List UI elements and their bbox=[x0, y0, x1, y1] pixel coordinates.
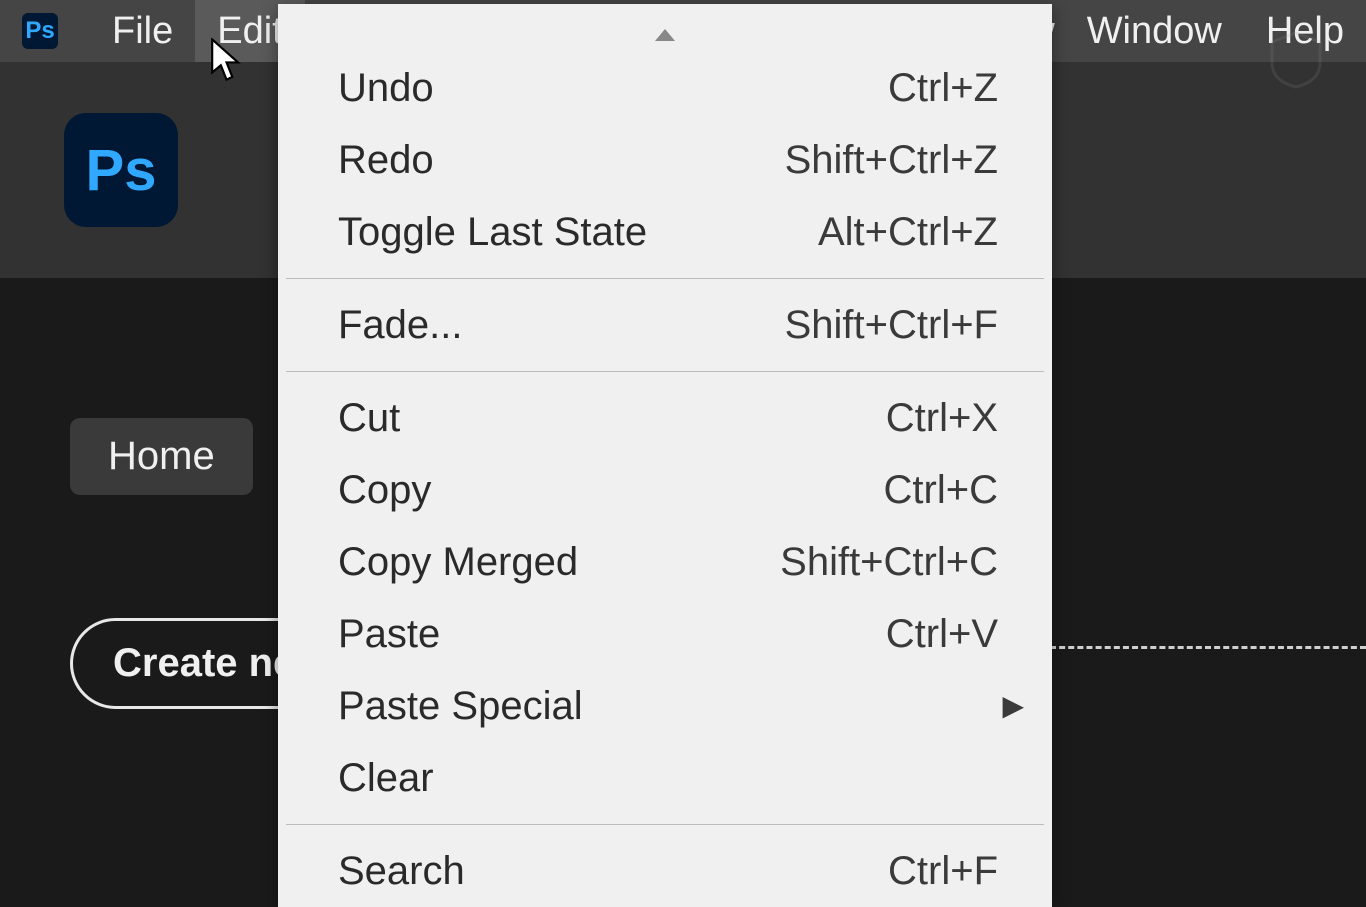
app-logo-large: Ps bbox=[64, 113, 178, 227]
menu-shortcut: Shift+Ctrl+C bbox=[780, 534, 998, 590]
menu-label: Undo bbox=[338, 60, 434, 116]
menu-item-clear[interactable]: Clear bbox=[278, 742, 1052, 814]
menu-separator bbox=[286, 371, 1044, 372]
menu-item-redo[interactable]: Redo Shift+Ctrl+Z bbox=[278, 124, 1052, 196]
menu-item-fade[interactable]: Fade... Shift+Ctrl+F bbox=[278, 289, 1052, 361]
menu-file[interactable]: File bbox=[90, 0, 195, 62]
menu-separator bbox=[286, 824, 1044, 825]
app-logo-small: Ps bbox=[22, 13, 58, 49]
menu-shortcut: Shift+Ctrl+F bbox=[785, 297, 998, 353]
menu-label: Search bbox=[338, 843, 465, 899]
menu-item-cut[interactable]: Cut Ctrl+X bbox=[278, 382, 1052, 454]
menu-item-paste[interactable]: Paste Ctrl+V bbox=[278, 598, 1052, 670]
menu-label: Copy bbox=[338, 462, 431, 518]
menu-shortcut: Alt+Ctrl+Z bbox=[818, 204, 998, 260]
edit-dropdown: Undo Ctrl+Z Redo Shift+Ctrl+Z Toggle Las… bbox=[278, 4, 1052, 907]
menu-label: Toggle Last State bbox=[338, 204, 647, 260]
submenu-arrow-icon: ▶ bbox=[1002, 686, 1024, 725]
menu-window[interactable]: Window bbox=[1065, 0, 1244, 62]
menu-shortcut: Ctrl+F bbox=[888, 843, 998, 899]
menu-label: Paste bbox=[338, 606, 440, 662]
dropdown-scroll-up-icon[interactable] bbox=[278, 18, 1052, 52]
menu-label: Cut bbox=[338, 390, 400, 446]
watermark-icon bbox=[1266, 30, 1326, 90]
menu-shortcut: Ctrl+X bbox=[886, 390, 998, 446]
menu-shortcut: Shift+Ctrl+Z bbox=[785, 132, 998, 188]
sidebar-item-home[interactable]: Home bbox=[70, 418, 253, 495]
menu-item-undo[interactable]: Undo Ctrl+Z bbox=[278, 52, 1052, 124]
menu-label: Clear bbox=[338, 750, 434, 806]
menu-separator bbox=[286, 278, 1044, 279]
menu-item-search[interactable]: Search Ctrl+F bbox=[278, 835, 1052, 907]
menu-shortcut: Ctrl+C bbox=[884, 462, 998, 518]
menu-item-copy-merged[interactable]: Copy Merged Shift+Ctrl+C bbox=[278, 526, 1052, 598]
recent-divider bbox=[1050, 646, 1366, 649]
menu-label: Fade... bbox=[338, 297, 463, 353]
menu-item-toggle-last-state[interactable]: Toggle Last State Alt+Ctrl+Z bbox=[278, 196, 1052, 268]
menu-item-paste-special[interactable]: Paste Special ▶ bbox=[278, 670, 1052, 742]
menu-label: Paste Special bbox=[338, 678, 583, 734]
menu-label: Copy Merged bbox=[338, 534, 578, 590]
menu-item-copy[interactable]: Copy Ctrl+C bbox=[278, 454, 1052, 526]
menu-label: Redo bbox=[338, 132, 434, 188]
menu-shortcut: Ctrl+V bbox=[886, 606, 998, 662]
menu-shortcut: Ctrl+Z bbox=[888, 60, 998, 116]
